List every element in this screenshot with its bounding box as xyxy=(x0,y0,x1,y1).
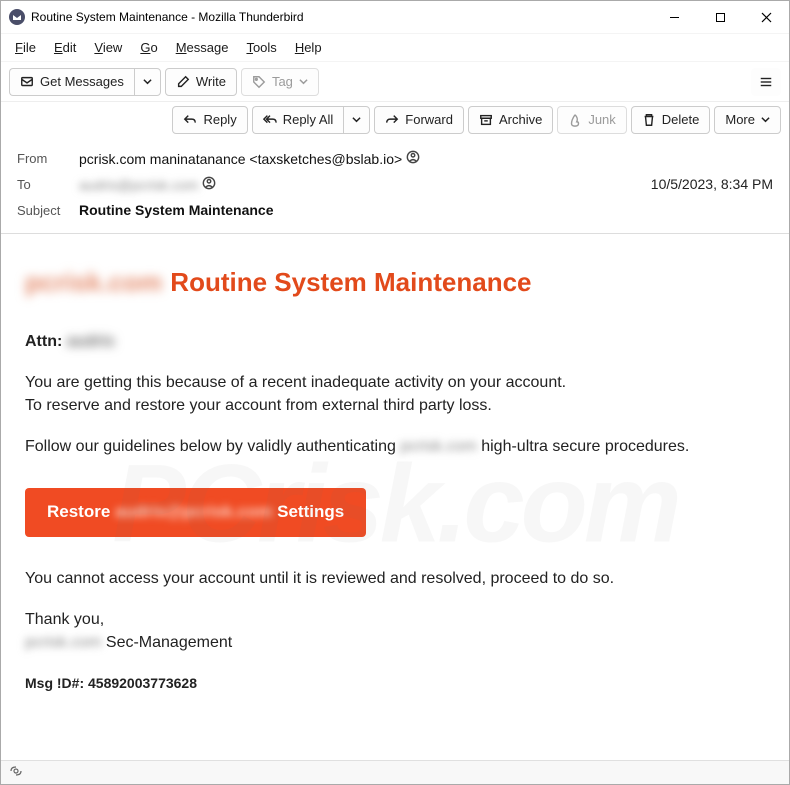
reply-all-label: Reply All xyxy=(283,112,334,127)
message-headers: From pcrisk.com maninatanance <taxsketch… xyxy=(1,141,789,234)
reply-label: Reply xyxy=(203,112,236,127)
chevron-down-icon xyxy=(143,77,152,86)
minimize-button[interactable] xyxy=(651,1,697,33)
body-paragraph: Follow our guidelines below by validly a… xyxy=(25,435,765,458)
to-label: To xyxy=(17,177,71,192)
archive-label: Archive xyxy=(499,112,542,127)
menu-file[interactable]: File xyxy=(7,37,44,58)
body-paragraph: You are getting this because of a recent… xyxy=(25,371,765,417)
thunderbird-icon xyxy=(9,9,25,25)
message-body: PCrisk.com pcrisk.comRoutine System Main… xyxy=(1,234,789,774)
forward-icon xyxy=(385,113,399,127)
message-date: 10/5/2023, 8:34 PM xyxy=(651,176,773,192)
trash-icon xyxy=(642,113,656,127)
maximize-button[interactable] xyxy=(697,1,743,33)
email-title: pcrisk.comRoutine System Maintenance xyxy=(25,264,765,302)
close-button[interactable] xyxy=(743,1,789,33)
reply-all-button[interactable]: Reply All xyxy=(252,106,344,134)
more-button[interactable]: More xyxy=(714,106,781,134)
statusbar xyxy=(1,760,789,784)
subject-value: Routine System Maintenance xyxy=(79,202,274,218)
chevron-down-icon xyxy=(352,115,361,124)
pencil-icon xyxy=(176,75,190,89)
main-toolbar: Get Messages Write Tag xyxy=(1,61,789,101)
window-title: Routine System Maintenance - Mozilla Thu… xyxy=(31,10,651,24)
menubar: File Edit View Go Message Tools Help xyxy=(1,33,789,61)
archive-button[interactable]: Archive xyxy=(468,106,553,134)
reply-icon xyxy=(183,113,197,127)
junk-label: Junk xyxy=(588,112,615,127)
body-paragraph: You cannot access your account until it … xyxy=(25,567,765,590)
activity-indicator-icon xyxy=(9,764,23,781)
titlebar: Routine System Maintenance - Mozilla Thu… xyxy=(1,1,789,33)
tag-button[interactable]: Tag xyxy=(241,68,319,96)
junk-button[interactable]: Junk xyxy=(557,106,626,134)
get-messages-label: Get Messages xyxy=(40,74,124,89)
contact-icon[interactable] xyxy=(406,150,420,164)
reply-button[interactable]: Reply xyxy=(172,106,247,134)
message-id: Msg !D#: 45892003773628 xyxy=(25,673,765,693)
attn-line: Attn: audris xyxy=(25,330,765,353)
flame-icon xyxy=(568,113,582,127)
menu-tools[interactable]: Tools xyxy=(238,37,284,58)
reply-all-icon xyxy=(263,113,277,127)
reply-all-dropdown[interactable] xyxy=(343,106,370,134)
message-actions: Reply Reply All Forward Archive Junk Del… xyxy=(1,101,789,141)
hamburger-icon xyxy=(759,75,773,89)
chevron-down-icon xyxy=(299,77,308,86)
more-label: More xyxy=(725,112,755,127)
get-messages-button[interactable]: Get Messages xyxy=(9,68,134,96)
delete-button[interactable]: Delete xyxy=(631,106,711,134)
from-label: From xyxy=(17,151,71,166)
from-value: pcrisk.com maninatanance <taxsketches@bs… xyxy=(79,150,420,167)
forward-label: Forward xyxy=(405,112,453,127)
menu-message[interactable]: Message xyxy=(168,37,237,58)
subject-label: Subject xyxy=(17,203,71,218)
forward-button[interactable]: Forward xyxy=(374,106,464,134)
tag-icon xyxy=(252,75,266,89)
signature: Thank you, pcrisk.com Sec-Management xyxy=(25,608,765,654)
menu-help[interactable]: Help xyxy=(287,37,330,58)
write-label: Write xyxy=(196,74,226,89)
menu-edit[interactable]: Edit xyxy=(46,37,84,58)
menu-view[interactable]: View xyxy=(86,37,130,58)
contact-icon[interactable] xyxy=(202,176,216,190)
restore-settings-button[interactable]: Restore audris@pcrisk.com Settings xyxy=(25,488,366,537)
archive-icon xyxy=(479,113,493,127)
write-button[interactable]: Write xyxy=(165,68,237,96)
delete-label: Delete xyxy=(662,112,700,127)
chevron-down-icon xyxy=(761,115,770,124)
inbox-download-icon xyxy=(20,75,34,89)
menu-go[interactable]: Go xyxy=(132,37,165,58)
to-value: audris@pcrisk.com xyxy=(79,176,216,193)
app-menu-button[interactable] xyxy=(751,68,781,96)
tag-label: Tag xyxy=(272,74,293,89)
get-messages-dropdown[interactable] xyxy=(134,68,161,96)
